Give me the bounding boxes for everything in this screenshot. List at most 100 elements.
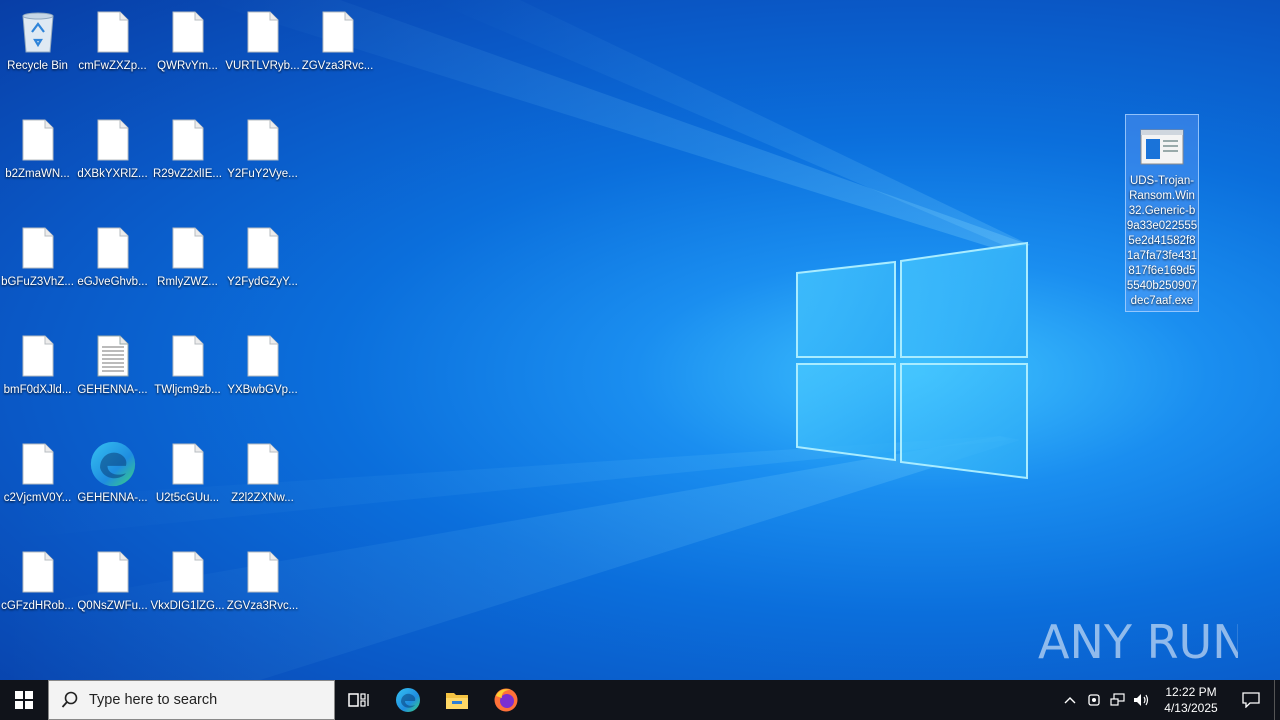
text-file-icon <box>89 332 137 380</box>
folder-icon <box>446 693 468 709</box>
desktop-icon-label: YXBwbGVp... <box>227 384 298 396</box>
device-icon <box>1088 694 1100 706</box>
network-button[interactable] <box>1106 680 1130 720</box>
desktop-icon-label: Y2FuY2Vye... <box>227 168 298 180</box>
clock-time: 12:22 PM <box>1165 685 1217 699</box>
tray-app-icon[interactable] <box>1082 680 1106 720</box>
desktop-icon-label: RmlyZWZ... <box>157 276 218 288</box>
taskbar-clock[interactable]: 12:22 PM 4/13/2025 <box>1154 684 1228 716</box>
task-view-icon <box>348 693 369 707</box>
desktop-icon[interactable]: bmF0dXJld... <box>0 324 75 424</box>
desktop-icon-label: R29vZ2xlIE... <box>152 168 223 180</box>
desktop-icon[interactable]: Recycle Bin <box>0 0 75 100</box>
show-desktop-button[interactable] <box>1274 680 1280 720</box>
desktop-icon-label: eGJveGhvb... <box>77 276 148 288</box>
show-hidden-icons-button[interactable] <box>1058 680 1082 720</box>
desktop-icon-label: bGFuZ3VhZ... <box>1 276 74 288</box>
desktop-icon[interactable]: ZGVza3Rvc... <box>225 540 300 640</box>
file-icon <box>164 440 212 488</box>
file-icon <box>164 224 212 272</box>
desktop-icon-label: ZGVza3Rvc... <box>226 600 299 612</box>
desktop-icon[interactable]: GEHENNA-... <box>75 432 150 532</box>
desktop-icon-label: QWRvYm... <box>157 60 218 72</box>
desktop-icon-label: U2t5cGUu... <box>155 492 220 504</box>
file-explorer-taskbar-button[interactable] <box>433 680 481 720</box>
file-icon <box>14 224 62 272</box>
volume-button[interactable] <box>1130 680 1154 720</box>
file-icon <box>164 548 212 596</box>
desktop-icon[interactable]: Y2FuY2Vye... <box>225 108 300 208</box>
desktop-icon[interactable]: cGFzdHRob... <box>0 540 75 640</box>
desktop-icon-label: GEHENNA-... <box>77 384 148 396</box>
desktop-icon[interactable]: TWljcm9zb... <box>150 324 225 424</box>
desktop-icon[interactable]: b2ZmaWN... <box>0 108 75 208</box>
desktop-icon[interactable]: ZGVza3Rvc... <box>300 0 375 100</box>
desktop-icon[interactable]: c2VjcmV0Y... <box>0 432 75 532</box>
exe-file-icon <box>1138 123 1186 171</box>
desktop-icon-label: Z2l2ZXNw... <box>231 492 294 504</box>
file-icon <box>89 548 137 596</box>
desktop-icon[interactable]: VkxDIG1lZG... <box>150 540 225 640</box>
chevron-up-icon <box>1064 697 1076 704</box>
speaker-icon <box>1134 694 1149 706</box>
file-icon <box>164 116 212 164</box>
file-icon <box>239 116 287 164</box>
desktop-icon[interactable]: bGFuZ3VhZ... <box>0 216 75 316</box>
desktop-icon[interactable]: cmFwZXZp... <box>75 0 150 100</box>
recycle-bin-icon <box>14 8 62 56</box>
edge-icon <box>89 440 137 488</box>
watermark-text: ANY RUN <box>1038 615 1238 669</box>
file-icon <box>89 8 137 56</box>
firefox-icon <box>494 688 518 712</box>
file-icon <box>89 116 137 164</box>
desktop-icon[interactable]: Z2l2ZXNw... <box>225 432 300 532</box>
desktop-icon-label: VURTLVRyb... <box>225 60 300 72</box>
file-icon <box>14 116 62 164</box>
action-center-button[interactable] <box>1228 680 1274 720</box>
desktop-icon[interactable]: YXBwbGVp... <box>225 324 300 424</box>
desktop-icon-label: Y2FydGZyY... <box>227 276 298 288</box>
file-icon <box>164 8 212 56</box>
desktop-icon[interactable]: VURTLVRyb... <box>225 0 300 100</box>
desktop-icon[interactable]: RmlyZWZ... <box>150 216 225 316</box>
anyrun-watermark: ANY RUN <box>1038 608 1238 672</box>
taskbar-search-box[interactable]: Type here to search <box>48 680 335 720</box>
windows-start-icon <box>15 691 33 709</box>
desktop-icon[interactable]: eGJveGhvb... <box>75 216 150 316</box>
edge-taskbar-button[interactable] <box>384 680 432 720</box>
edge-icon <box>396 688 420 712</box>
desktop-icon-label: Q0NsZWFu... <box>77 600 148 612</box>
search-icon <box>61 691 78 708</box>
file-icon <box>14 548 62 596</box>
desktop-icon-trojan-exe[interactable]: UDS-Trojan-Ransom.Win32.Generic-b9a33e02… <box>1125 114 1199 312</box>
desktop-icon-label: Recycle Bin <box>7 60 68 72</box>
desktop-icon-label: cGFzdHRob... <box>1 600 74 612</box>
search-placeholder: Type here to search <box>89 692 218 708</box>
file-icon <box>239 440 287 488</box>
desktop-icon[interactable]: GEHENNA-... <box>75 324 150 424</box>
desktop-icon-label: UDS-Trojan-Ransom.Win32.Generic-b9a33e02… <box>1126 175 1198 307</box>
file-icon <box>314 8 362 56</box>
desktop-icon-label: TWljcm9zb... <box>154 384 221 396</box>
desktop-icon[interactable]: Q0NsZWFu... <box>75 540 150 640</box>
taskbar: Type here to search 12:22 PM 4/13/2025 <box>0 680 1280 720</box>
file-icon <box>239 224 287 272</box>
file-icon <box>239 332 287 380</box>
file-icon <box>14 440 62 488</box>
desktop-icon[interactable]: R29vZ2xlIE... <box>150 108 225 208</box>
desktop-icon-label: dXBkYXRlZ... <box>77 168 148 180</box>
firefox-taskbar-button[interactable] <box>482 680 530 720</box>
task-view-button[interactable] <box>335 680 383 720</box>
network-icon <box>1110 693 1125 706</box>
desktop-icon[interactable]: dXBkYXRlZ... <box>75 108 150 208</box>
file-icon <box>89 224 137 272</box>
desktop-icon-label: ZGVza3Rvc... <box>301 60 374 72</box>
desktop-icon[interactable]: QWRvYm... <box>150 0 225 100</box>
notification-icon <box>1242 692 1260 708</box>
file-icon <box>239 548 287 596</box>
desktop-icon[interactable]: Y2FydGZyY... <box>225 216 300 316</box>
clock-date: 4/13/2025 <box>1164 701 1218 715</box>
desktop-icon-label: c2VjcmV0Y... <box>3 492 72 504</box>
start-button[interactable] <box>0 680 48 720</box>
desktop-icon[interactable]: U2t5cGUu... <box>150 432 225 532</box>
